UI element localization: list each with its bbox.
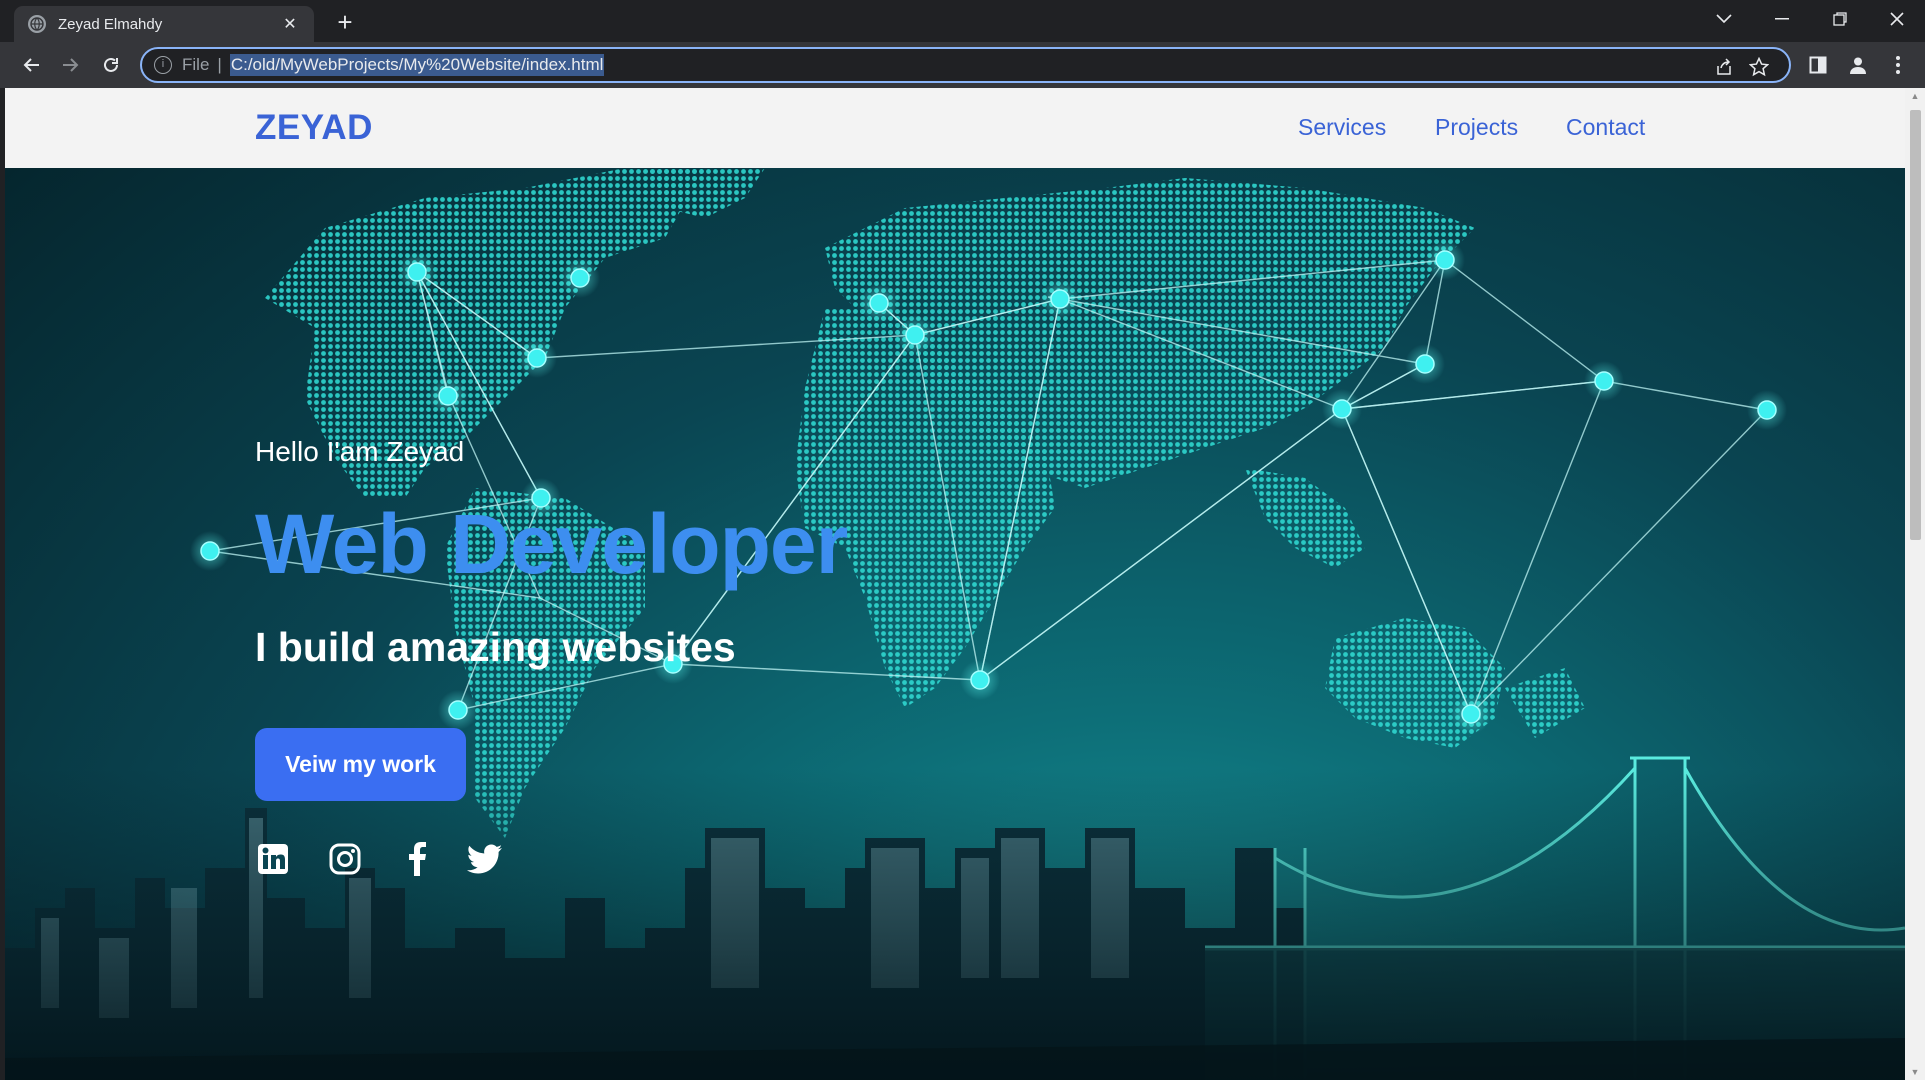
tab-search-icon[interactable] [1696,0,1752,38]
globe-icon [28,15,46,33]
nav-link-contact[interactable]: Contact [1566,114,1645,141]
site-header: ZEYAD Services Projects Contact [5,88,1905,168]
bookmark-star-icon[interactable] [1747,55,1771,79]
linkedin-icon[interactable] [255,841,291,877]
new-tab-button[interactable]: + [330,8,360,38]
twitter-icon[interactable] [467,841,503,877]
nav-link-services[interactable]: Services [1298,114,1386,141]
menu-kebab-icon[interactable] [1883,50,1913,80]
browser-toolbar: i File | C:/old/MyWebProjects/My%20Websi… [0,42,1925,88]
close-window-button[interactable] [1869,0,1925,38]
scrollbar-thumb[interactable] [1910,110,1921,540]
scroll-down-arrow-icon[interactable]: ▼ [1909,1066,1921,1078]
hero-title: Web Developer [255,497,848,591]
hero-greeting: Hello I'am Zeyad [255,436,465,467]
hero-section: Hello I'am Zeyad Web Developer I build a… [5,168,1905,1080]
site-logo[interactable]: ZEYAD [255,108,373,148]
browser-tab[interactable]: Zeyad Elmahdy ✕ [14,6,314,42]
city-skyline [5,756,1905,1080]
scroll-up-arrow-icon[interactable]: ▲ [1909,90,1921,102]
profile-icon[interactable] [1843,50,1873,80]
browser-tab-strip: Zeyad Elmahdy ✕ + [0,0,1925,42]
site-info-icon[interactable]: i [154,56,172,74]
hero-tagline: I build amazing websites [255,624,736,670]
share-icon[interactable] [1712,55,1736,79]
page-viewport: ZEYAD Services Projects Contact Hello I'… [5,88,1905,1080]
minimize-button[interactable] [1754,0,1810,38]
reload-icon[interactable] [96,50,126,80]
address-bar[interactable]: i File | C:/old/MyWebProjects/My%20Websi… [140,47,1791,83]
page-scrollbar[interactable]: ▲ ▼ [1905,88,1925,1080]
instagram-icon[interactable] [327,841,363,877]
tab-title: Zeyad Elmahdy [58,15,163,33]
url-text[interactable]: C:/old/MyWebProjects/My%20Website/index.… [229,54,605,76]
nav-link-projects[interactable]: Projects [1435,114,1518,141]
side-panel-icon[interactable] [1803,50,1833,80]
view-my-work-button[interactable]: Veiw my work [255,728,466,801]
url-separator: | [217,55,222,74]
close-tab-icon[interactable]: ✕ [280,14,300,34]
back-arrow-icon[interactable] [16,50,46,80]
url-scheme: File [182,55,210,74]
forward-arrow-icon[interactable] [56,50,86,80]
restore-button[interactable] [1812,0,1868,38]
facebook-icon[interactable] [399,841,435,877]
